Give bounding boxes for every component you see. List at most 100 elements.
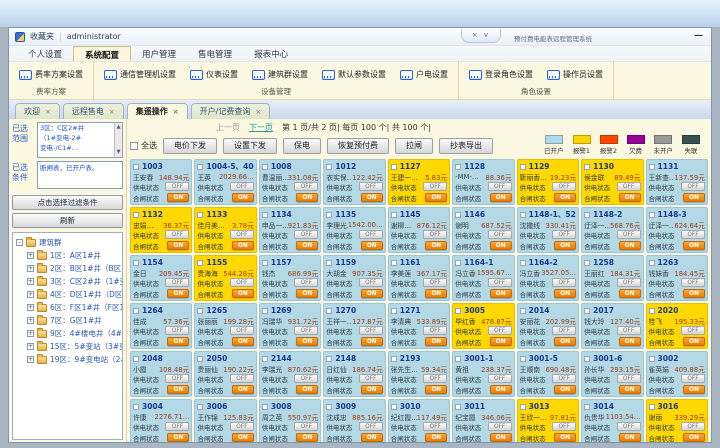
card-checkbox[interactable]: [326, 356, 332, 362]
power-off-button[interactable]: OFF: [423, 230, 447, 239]
valve-on-button[interactable]: ON: [683, 337, 705, 346]
expand-icon[interactable]: +: [27, 278, 34, 285]
valve-on-button[interactable]: ON: [554, 337, 576, 346]
listbox-scrollbar[interactable]: ▲ ▼: [114, 123, 122, 157]
valve-on-button[interactable]: ON: [683, 193, 705, 202]
card-checkbox[interactable]: [391, 404, 397, 410]
card-checkbox[interactable]: [649, 308, 655, 314]
meter-card[interactable]: 3001-6孙长华293.15元供电状态OFF合闸状态ON: [581, 351, 643, 397]
meter-card[interactable]: 3004许康2276.71…供电状态OFF合闸状态ON: [130, 399, 192, 443]
power-off-button[interactable]: OFF: [681, 422, 705, 431]
card-checkbox[interactable]: [197, 404, 203, 410]
expand-icon[interactable]: +: [27, 252, 34, 259]
power-off-button[interactable]: OFF: [681, 278, 705, 287]
card-checkbox[interactable]: [133, 404, 139, 410]
card-checkbox[interactable]: [520, 212, 526, 218]
minimize-button[interactable]: —: [694, 30, 703, 42]
valve-on-button[interactable]: ON: [683, 433, 705, 442]
card-checkbox[interactable]: [520, 308, 526, 314]
valve-on-button[interactable]: ON: [296, 337, 318, 346]
card-checkbox[interactable]: [391, 260, 397, 266]
power-off-button[interactable]: OFF: [165, 278, 189, 287]
power-off-button[interactable]: OFF: [423, 182, 447, 191]
power-off-button[interactable]: OFF: [552, 230, 576, 239]
card-checkbox[interactable]: [326, 260, 332, 266]
power-off-button[interactable]: OFF: [617, 422, 641, 431]
card-checkbox[interactable]: [262, 404, 268, 410]
meter-card[interactable]: 1159大胡金907.35元供电状态OFF合闸状态ON: [323, 255, 385, 301]
valve-on-button[interactable]: ON: [554, 289, 576, 298]
meter-card[interactable]: 1130侯金联89.49元供电状态OFF合闸状态ON: [581, 159, 643, 205]
valve-on-button[interactable]: ON: [425, 385, 447, 394]
power-off-button[interactable]: OFF: [359, 422, 383, 431]
power-off-button[interactable]: OFF: [552, 374, 576, 383]
valve-on-button[interactable]: ON: [361, 433, 383, 442]
valve-on-button[interactable]: ON: [425, 433, 447, 442]
valve-on-button[interactable]: ON: [425, 241, 447, 250]
card-checkbox[interactable]: [584, 260, 590, 266]
card-checkbox[interactable]: [649, 404, 655, 410]
ribbon-button[interactable]: 默认参数设置: [315, 67, 393, 82]
valve-on-button[interactable]: ON: [619, 337, 641, 346]
tab-1[interactable]: 欢迎×: [15, 103, 60, 119]
valve-on-button[interactable]: ON: [296, 289, 318, 298]
power-off-button[interactable]: OFF: [294, 422, 318, 431]
favorites-label[interactable]: 收藏夹: [30, 31, 54, 42]
power-off-button[interactable]: OFF: [681, 326, 705, 335]
meter-card[interactable]: 1012衣实保…122.42元供电状态OFF合闸状态ON: [323, 159, 385, 205]
card-checkbox[interactable]: [455, 404, 461, 410]
meter-card[interactable]: 3001-1黄祖238.37元供电状态OFF合闸状态ON: [452, 351, 514, 397]
meter-card[interactable]: 3001-5王顺南690.48元供电状态OFF合闸状态ON: [517, 351, 579, 397]
tree-item-6[interactable]: +7区：G区1#井: [16, 314, 122, 327]
meter-card[interactable]: 3013王欣一…97.81元供电状态OFF合闸状态ON: [517, 399, 579, 443]
power-off-button[interactable]: OFF: [230, 422, 254, 431]
meter-card[interactable]: 1135李理光…1542.00…供电状态OFF合闸状态ON: [323, 207, 385, 253]
tab-4[interactable]: 开户/记费查询×: [191, 103, 271, 119]
action-button-2[interactable]: 设置下发: [223, 138, 277, 154]
valve-on-button[interactable]: ON: [554, 193, 576, 202]
action-button-4[interactable]: 恢复预付费: [327, 138, 389, 154]
power-off-button[interactable]: OFF: [294, 374, 318, 383]
card-checkbox[interactable]: [133, 212, 139, 218]
menu-item-2[interactable]: 系统配置: [73, 46, 131, 61]
tree-item-8[interactable]: +15区：5#变站（3#变: [16, 340, 122, 353]
valve-on-button[interactable]: ON: [296, 385, 318, 394]
card-checkbox[interactable]: [262, 308, 268, 314]
meter-card[interactable]: 1270王祥一…127.87元供电状态OFF合闸状态ON: [323, 303, 385, 349]
card-checkbox[interactable]: [326, 212, 332, 218]
power-off-button[interactable]: OFF: [359, 182, 383, 191]
power-off-button[interactable]: OFF: [423, 326, 447, 335]
ribbon-button[interactable]: 仪表设置: [183, 67, 245, 82]
meter-card[interactable]: 1004-5、40一王英2029.66…供电状态OFF合闸状态ON: [194, 159, 256, 205]
tree-item-1[interactable]: +1区：A区1#井: [16, 249, 122, 262]
card-checkbox[interactable]: [262, 212, 268, 218]
card-checkbox[interactable]: [649, 164, 655, 170]
power-off-button[interactable]: OFF: [230, 230, 254, 239]
card-checkbox[interactable]: [520, 404, 526, 410]
meter-card[interactable]: 2014安丽花202.99元供电状态OFF合闸状态ON: [517, 303, 579, 349]
valve-on-button[interactable]: ON: [490, 385, 512, 394]
power-off-button[interactable]: OFF: [488, 326, 512, 335]
power-off-button[interactable]: OFF: [488, 230, 512, 239]
valve-on-button[interactable]: ON: [490, 193, 512, 202]
power-off-button[interactable]: OFF: [423, 374, 447, 383]
action-button-3[interactable]: 保电: [283, 138, 321, 154]
meter-card[interactable]: 1157钱杰686.99元供电状态OFF合闸状态ON: [259, 255, 321, 301]
card-checkbox[interactable]: [584, 404, 590, 410]
scroll-down-icon[interactable]: ▼: [117, 149, 121, 157]
scroll-up-icon[interactable]: ▲: [117, 124, 121, 132]
tree-item-3[interactable]: +3区：C区2#井（1#变: [16, 275, 122, 288]
expand-icon[interactable]: +: [27, 343, 34, 350]
valve-on-button[interactable]: ON: [683, 385, 705, 394]
card-checkbox[interactable]: [584, 356, 590, 362]
power-off-button[interactable]: OFF: [617, 182, 641, 191]
power-off-button[interactable]: OFF: [165, 422, 189, 431]
power-off-button[interactable]: OFF: [617, 326, 641, 335]
valve-on-button[interactable]: ON: [683, 289, 705, 298]
valve-on-button[interactable]: ON: [619, 241, 641, 250]
meter-card[interactable]: 2193张先生…59.34元供电状态OFF合闸状态ON: [388, 351, 450, 397]
card-checkbox[interactable]: [326, 404, 332, 410]
menu-item-4[interactable]: 售电管理: [187, 46, 243, 61]
valve-on-button[interactable]: ON: [490, 337, 512, 346]
power-off-button[interactable]: OFF: [552, 278, 576, 287]
